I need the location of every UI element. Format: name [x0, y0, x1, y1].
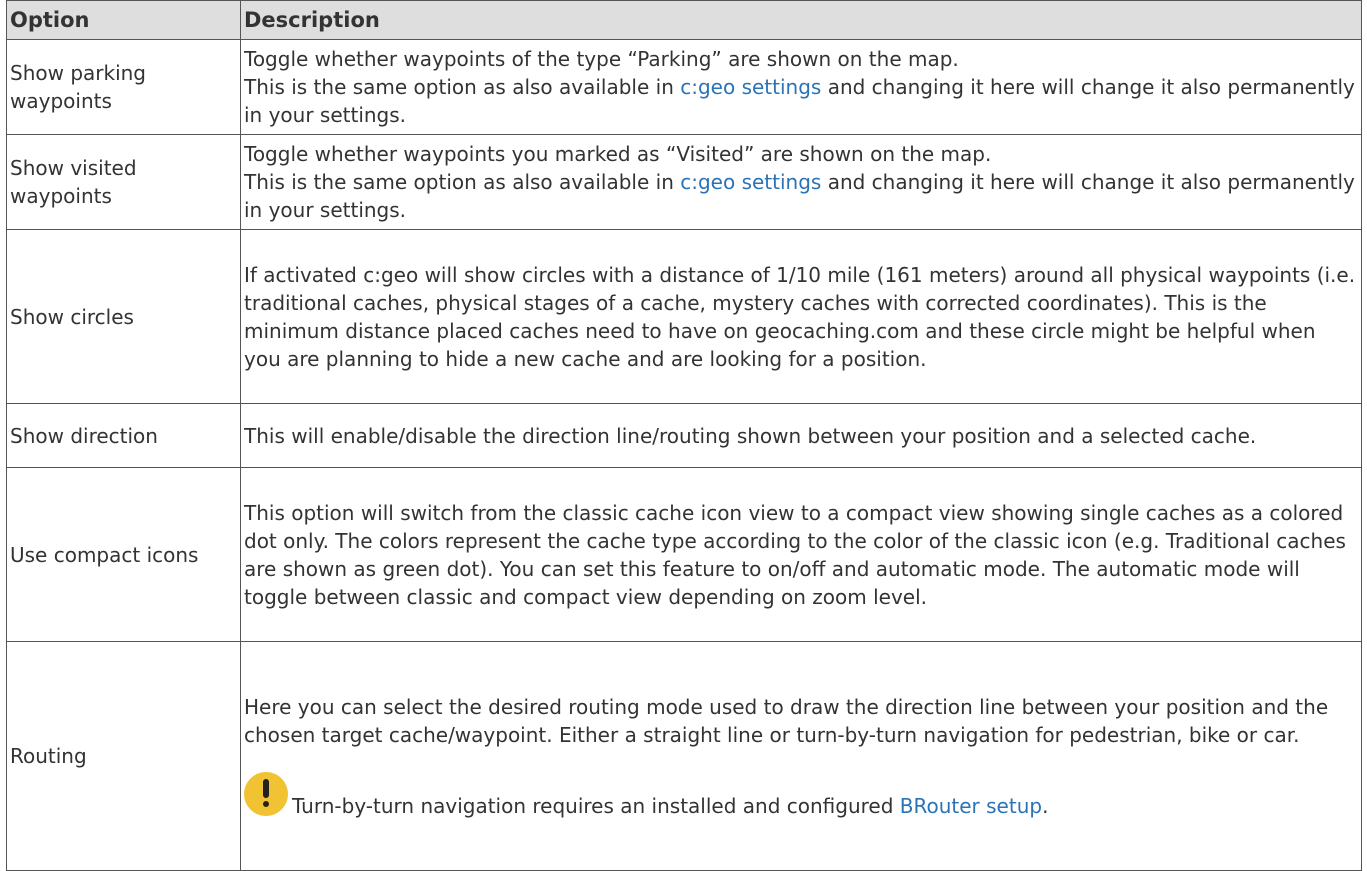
option-description: If activated c:geo will show circles wit…	[240, 229, 1362, 404]
table-row-routing: Routing Here you can select the desired …	[6, 641, 1362, 871]
column-header-option: Option	[6, 0, 241, 40]
description-line: This is the same option as also availabl…	[244, 73, 1358, 129]
note-text: .	[1042, 793, 1049, 818]
option-description: Here you can select the desired routing …	[240, 641, 1362, 871]
description-line: Toggle whether waypoints of the type “Pa…	[244, 47, 959, 71]
cgeo-settings-link[interactable]: c:geo settings	[680, 75, 821, 99]
table-row-show-circles: Show circles If activated c:geo will sho…	[6, 229, 1362, 404]
table-header-row: Option Description	[6, 0, 1362, 40]
option-name: Show direction	[6, 403, 241, 468]
table-row-show-visited-waypoints: Show visited waypoints Toggle whether wa…	[6, 134, 1362, 230]
option-name: Show circles	[6, 229, 241, 404]
cgeo-settings-link[interactable]: c:geo settings	[680, 170, 821, 194]
exclamation-icon	[244, 771, 288, 816]
option-name: Show parking waypoints	[6, 39, 241, 135]
option-description: This option will switch from the classic…	[240, 467, 1362, 642]
options-table: Option Description Show parking waypoint…	[6, 0, 1362, 871]
note-block: Turn-by-turn navigation requires an inst…	[244, 771, 1358, 820]
option-name: Routing	[6, 641, 241, 871]
table-row-use-compact-icons: Use compact icons This option will switc…	[6, 467, 1362, 642]
option-description: This will enable/disable the direction l…	[240, 403, 1362, 468]
option-description: Toggle whether waypoints you marked as “…	[240, 134, 1362, 230]
brouter-setup-link[interactable]: BRouter setup	[900, 794, 1042, 818]
description-line: This is the same option as also availabl…	[244, 168, 1358, 224]
option-name: Show visited waypoints	[6, 134, 241, 230]
table-row-show-parking-waypoints: Show parking waypoints Toggle whether wa…	[6, 39, 1362, 135]
option-name: Use compact icons	[6, 467, 241, 642]
option-description: Toggle whether waypoints of the type “Pa…	[240, 39, 1362, 135]
table-row-show-direction: Show direction This will enable/disable …	[6, 403, 1362, 468]
description-line: Toggle whether waypoints you marked as “…	[244, 142, 992, 166]
description-line: Here you can select the desired routing …	[244, 694, 1329, 747]
note-text: Turn-by-turn navigation requires an inst…	[292, 793, 900, 818]
column-header-description: Description	[240, 0, 1362, 40]
description-text: This is the same option as also availabl…	[244, 170, 681, 194]
description-text: This is the same option as also availabl…	[244, 75, 681, 99]
